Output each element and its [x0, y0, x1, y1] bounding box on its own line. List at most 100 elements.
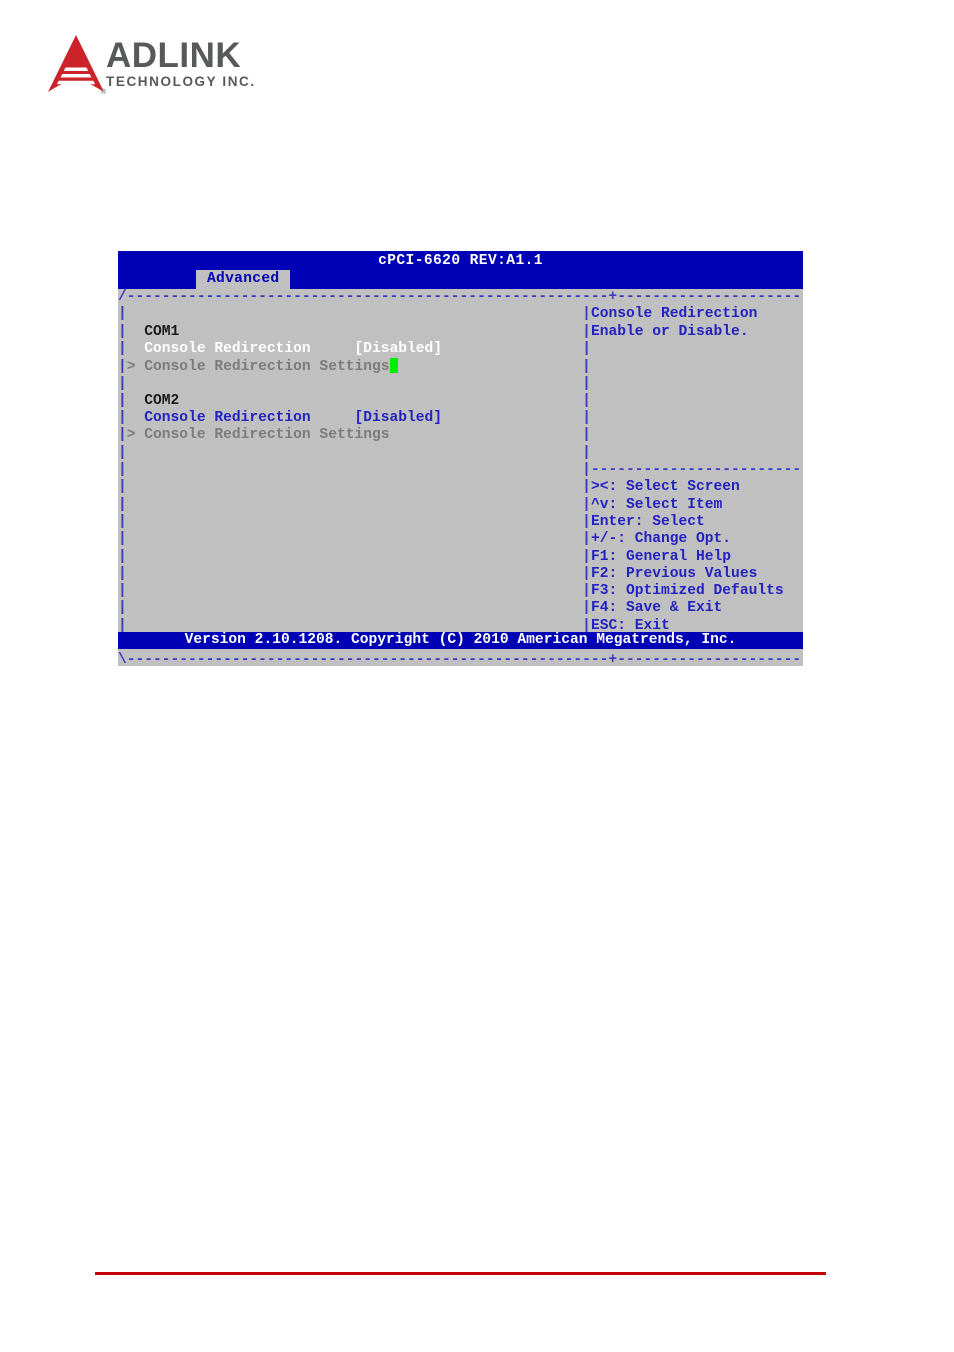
- bios-help-pad: [591, 410, 803, 426]
- bios-frame-left: |: [118, 462, 127, 478]
- bios-text-row: | |-------------------------|: [118, 462, 803, 479]
- bios-row-pad: [127, 583, 582, 599]
- bios-item-label[interactable]: Console Redirection: [144, 410, 310, 426]
- bios-frame-top: /---------------------------------------…: [118, 289, 803, 305]
- bios-frame-left: |: [118, 323, 127, 340]
- brand-tagline: TECHNOLOGY INC.: [106, 74, 256, 89]
- bios-body: /---------------------------------------…: [118, 289, 803, 666]
- registered-mark: ®: [101, 89, 107, 96]
- bios-frame-left: |: [118, 306, 127, 323]
- bios-frame-left: |: [118, 427, 127, 444]
- bios-row-pad: [179, 324, 582, 340]
- bios-frame-left: |: [118, 583, 127, 600]
- bios-help-divider: |-------------------------|: [582, 462, 803, 478]
- bios-help-pad: [722, 600, 803, 616]
- bios-row-pad: [127, 306, 582, 322]
- bios-frame-mid: |: [582, 306, 591, 323]
- bios-frame-mid: |: [582, 531, 591, 548]
- bios-frame-left: |: [118, 496, 127, 513]
- bios-text-row: | |F1: General Help |: [118, 549, 803, 566]
- bios-row-pad: [127, 566, 582, 582]
- bios-help-key: ><: Select Screen: [590, 479, 740, 496]
- bios-item-label[interactable]: Console Redirection Settings: [144, 359, 389, 375]
- bios-cursor-block: [389, 358, 399, 374]
- bios-help-pad: [591, 341, 803, 357]
- bios-item-label[interactable]: Console Redirection Settings: [144, 427, 389, 443]
- bios-tab-row: Advanced: [118, 270, 803, 289]
- adlink-triangle-logo-icon: [48, 35, 104, 92]
- bios-help-text: Enable or Disable.: [590, 323, 749, 340]
- bios-version-footer: Version 2.10.1208. Copyright (C) 2010 Am…: [118, 632, 803, 649]
- bios-frame-left: |: [118, 479, 127, 496]
- bios-help-key: +/-: Change Opt.: [590, 531, 732, 548]
- bios-frame-mid: |: [582, 392, 591, 409]
- bios-help-pad: [722, 497, 803, 513]
- page-bottom-rule: [95, 1272, 826, 1275]
- bios-row-pad: [127, 376, 582, 392]
- bios-text-row: \---------------------------------------…: [118, 652, 803, 666]
- bios-row-pad: [442, 410, 582, 426]
- bios-frame-left: |: [118, 410, 127, 427]
- bios-item-gap: [311, 410, 355, 426]
- bios-frame-left: |: [118, 548, 127, 565]
- bios-frame-mid: |: [582, 600, 591, 617]
- bios-frame-mid: |: [582, 583, 591, 600]
- bios-row-pad: [398, 359, 582, 375]
- bios-row-pad: [127, 462, 582, 478]
- bios-frame-left: |: [118, 565, 127, 582]
- bios-help-pad: [591, 445, 803, 461]
- bios-help-pad: [705, 514, 803, 530]
- bios-row-pad: [127, 600, 582, 616]
- bios-row-pad: [442, 341, 582, 357]
- bios-row-pad: [127, 514, 582, 530]
- bios-section-heading: COM2: [126, 392, 180, 409]
- bios-item-arrow: [127, 341, 145, 357]
- brand-name: ADLINK: [106, 36, 242, 75]
- bios-frame-mid: |: [581, 359, 591, 376]
- bios-frame-left: |: [118, 531, 127, 548]
- bios-setup-screen: cPCI-6620 REV:A1.1 Advanced /-----------…: [118, 251, 803, 666]
- bios-frame-mid: |: [582, 496, 591, 513]
- bios-item-arrow: >: [126, 427, 145, 444]
- bios-row-pad: [390, 427, 583, 443]
- bios-item-gap: [311, 341, 355, 357]
- bios-item-value[interactable]: [Disabled]: [354, 341, 442, 357]
- bios-frame-mid: |: [582, 444, 591, 461]
- bios-help-key: F3: Optimized Defaults: [590, 583, 784, 600]
- bios-text-row: | |+/-: Change Opt. |: [118, 531, 803, 548]
- bios-text-row: /---------------------------------------…: [118, 289, 803, 306]
- bios-item-value[interactable]: [Disabled]: [354, 410, 442, 426]
- bios-item-label[interactable]: Console Redirection: [144, 341, 310, 357]
- bios-frame-left: |: [118, 600, 127, 617]
- bios-section-heading: COM1: [126, 323, 180, 340]
- bios-help-key: F1: General Help: [590, 548, 732, 565]
- bios-help-pad: [784, 583, 803, 599]
- bios-frame-mid: |: [582, 323, 591, 340]
- bios-title-bar: cPCI-6620 REV:A1.1 Advanced: [118, 251, 803, 289]
- bios-frame-mid: |: [582, 548, 591, 565]
- bios-text-row: | |><: Select Screen |: [118, 479, 803, 496]
- bios-frame-left: |: [118, 359, 127, 376]
- bios-text-row: |> Console Redirection Settings | |: [118, 358, 803, 376]
- bios-text-row: | Console Redirection [Disabled] | |: [118, 341, 803, 358]
- bios-frame-mid: |: [582, 375, 591, 392]
- bios-text-row: | | |: [118, 445, 803, 462]
- bios-frame-left: |: [118, 392, 127, 409]
- bios-help-key: Enter: Select: [590, 513, 705, 530]
- adlink-logo: ADLINK TECHNOLOGY INC. ®: [44, 32, 294, 98]
- bios-help-pad: [757, 566, 803, 582]
- bios-frame-left: |: [118, 444, 127, 461]
- adlink-wordmark: ADLINK TECHNOLOGY INC.: [106, 36, 296, 93]
- bios-help-text: Console Redirection: [590, 306, 758, 323]
- bios-frame-mid: |: [582, 565, 591, 582]
- bios-help-pad: [591, 427, 803, 443]
- bios-text-row: | |Console Redirection |: [118, 306, 803, 323]
- bios-help-pad: [591, 393, 803, 409]
- bios-frame-mid: |: [582, 410, 591, 427]
- bios-text-row: | |F4: Save & Exit |: [118, 600, 803, 617]
- bios-help-pad: [591, 359, 803, 375]
- bios-row-pad: [127, 479, 582, 495]
- tab-advanced[interactable]: Advanced: [196, 270, 291, 289]
- bios-frame-left: |: [118, 513, 127, 530]
- bios-frame-left: |: [118, 375, 127, 392]
